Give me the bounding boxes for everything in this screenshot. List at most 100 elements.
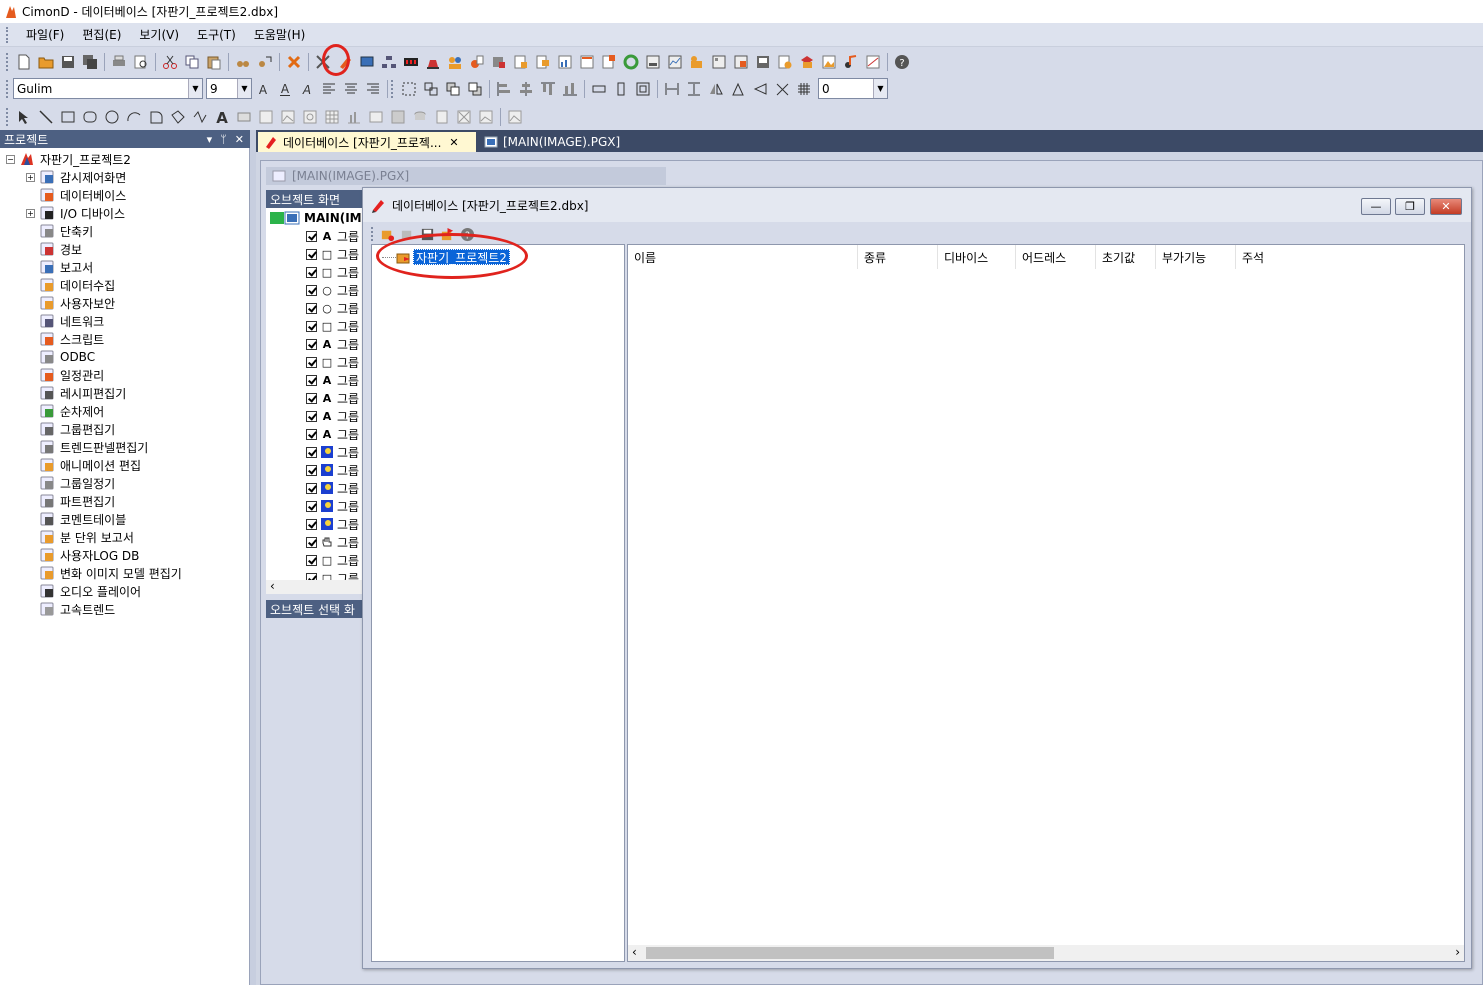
button-tool-icon[interactable] [233, 106, 255, 128]
network-icon[interactable] [378, 51, 400, 73]
schedule-icon[interactable] [576, 51, 598, 73]
part-editor-icon[interactable] [730, 51, 752, 73]
same-size-icon[interactable] [632, 78, 654, 100]
project-item[interactable]: 코멘트테이블 [39, 510, 126, 528]
group-schedule-icon[interactable] [708, 51, 730, 73]
object-root[interactable]: MAIN(IM [270, 209, 362, 227]
menu-help[interactable]: 도움말(H) [245, 24, 315, 45]
comment-table-icon[interactable] [752, 51, 774, 73]
window-tool-icon[interactable] [365, 106, 387, 128]
save-all-icon[interactable] [79, 51, 101, 73]
screen-icon[interactable] [356, 51, 378, 73]
font-underline-icon[interactable]: A [274, 78, 296, 100]
project-item[interactable]: 일정관리 [39, 366, 104, 384]
bar-graph-tool-icon[interactable] [343, 106, 365, 128]
object-visible-checkbox[interactable] [306, 536, 317, 548]
object-visible-checkbox[interactable] [306, 464, 317, 476]
project-item[interactable]: 그룹편집기 [39, 420, 115, 438]
menu-tools[interactable]: 도구(T) [188, 24, 245, 45]
object-item[interactable]: A 그릅 [306, 407, 359, 425]
group-editor-icon[interactable] [642, 51, 664, 73]
io-device-icon[interactable] [400, 51, 422, 73]
polyline-tool-icon[interactable] [189, 106, 211, 128]
object-visible-checkbox[interactable] [306, 410, 317, 422]
ellipse-tool-icon[interactable] [101, 106, 123, 128]
object-item[interactable]: 그릅 [306, 515, 359, 533]
project-item[interactable]: ODBC [39, 348, 95, 366]
pin-icon[interactable]: ᛘ [220, 133, 227, 146]
column-extra[interactable]: 부가기능 [1156, 245, 1236, 269]
project-item[interactable]: 고속트렌드 [39, 600, 115, 618]
column-name[interactable]: 이름 [628, 245, 858, 269]
pie-tool-icon[interactable] [145, 106, 167, 128]
select-arrow-icon[interactable] [13, 106, 35, 128]
sequence-icon[interactable] [620, 51, 642, 73]
object-visible-checkbox[interactable] [306, 392, 317, 404]
project-item[interactable]: 그룹일정기 [39, 474, 115, 492]
rounded-rect-tool-icon[interactable] [79, 106, 101, 128]
replace-icon[interactable] [254, 51, 276, 73]
project-item[interactable]: 파트편집기 [39, 492, 115, 510]
document-tool-icon[interactable] [431, 106, 453, 128]
project-item[interactable]: 순차제어 [39, 402, 104, 420]
grid-tool-icon[interactable] [387, 106, 409, 128]
print-icon[interactable] [108, 51, 130, 73]
cylinder-tool-icon[interactable] [409, 106, 431, 128]
object-visible-checkbox[interactable] [306, 320, 317, 332]
photo-tool-icon[interactable] [475, 106, 497, 128]
object-item[interactable]: A 그릅 [306, 227, 359, 245]
minimize-button[interactable]: — [1361, 198, 1391, 215]
tab-main-image[interactable]: [MAIN(IMAGE).PGX] [478, 132, 628, 152]
line-tool-icon[interactable] [35, 106, 57, 128]
object-item[interactable]: 그릅 [306, 497, 359, 515]
user-log-db-icon[interactable] [796, 51, 818, 73]
rotate-left-icon[interactable] [749, 78, 771, 100]
panel-dropdown-icon[interactable]: ▾ [207, 133, 213, 146]
copy-icon[interactable] [181, 51, 203, 73]
arc-tool-icon[interactable] [123, 106, 145, 128]
report-icon[interactable] [510, 51, 532, 73]
menu-view[interactable]: 보기(V) [130, 24, 188, 45]
image-tool-icon[interactable] [255, 106, 277, 128]
align-objects-bottom-icon[interactable] [559, 78, 581, 100]
project-item[interactable]: 분 단위 보고서 [39, 528, 134, 546]
object-item[interactable]: 그릅 [306, 479, 359, 497]
object-item[interactable]: 그릅 [306, 443, 359, 461]
align-objects-left-icon[interactable] [493, 78, 515, 100]
font-size-combo[interactable]: 9 ▼ [206, 78, 252, 99]
trend-panel-icon[interactable] [664, 51, 686, 73]
database-window-titlebar[interactable]: 데이터베이스 [자판기_프로젝트2.dbx] — ❐ ✕ [363, 188, 1471, 222]
object-item[interactable]: A 그릅 [306, 425, 359, 443]
minute-report-icon[interactable] [774, 51, 796, 73]
delete-icon[interactable] [283, 51, 305, 73]
close-button[interactable]: ✕ [1430, 198, 1462, 215]
space-vertical-icon[interactable] [683, 78, 705, 100]
menu-edit[interactable]: 편집(E) [73, 24, 130, 45]
grid-icon[interactable] [793, 78, 815, 100]
object-item[interactable]: □ 그릅 [306, 263, 359, 281]
image-model-icon[interactable] [818, 51, 840, 73]
same-height-icon[interactable] [610, 78, 632, 100]
rectangle-tool-icon[interactable] [57, 106, 79, 128]
project-item[interactable]: 변화 이미지 모델 편집기 [39, 564, 182, 582]
object-item[interactable]: □ 그릅 [306, 245, 359, 263]
print-preview-icon[interactable] [130, 51, 152, 73]
text-tool-icon[interactable]: A [211, 106, 233, 128]
font-combo[interactable]: Gulim ▼ [13, 78, 203, 99]
column-type[interactable]: 종류 [858, 245, 938, 269]
project-item[interactable]: 경보 [39, 240, 82, 258]
ungroup-icon[interactable] [420, 78, 442, 100]
send-back-icon[interactable] [464, 78, 486, 100]
grid-value-combo[interactable]: 0 ▼ [818, 78, 888, 99]
menu-file[interactable]: 파일(F) [17, 24, 73, 45]
object-visible-checkbox[interactable] [306, 338, 317, 350]
audio-player-icon[interactable] [840, 51, 862, 73]
scroll-left-icon[interactable]: ‹ [632, 945, 637, 959]
users-icon[interactable] [444, 51, 466, 73]
object-visible-checkbox[interactable] [306, 284, 317, 296]
object-item[interactable]: A 그릅 [306, 389, 359, 407]
chevron-down-icon[interactable]: ▼ [188, 79, 202, 98]
odbc-icon[interactable] [488, 51, 510, 73]
project-item[interactable]: 오디오 플레이어 [39, 582, 141, 600]
align-objects-top-icon[interactable] [537, 78, 559, 100]
